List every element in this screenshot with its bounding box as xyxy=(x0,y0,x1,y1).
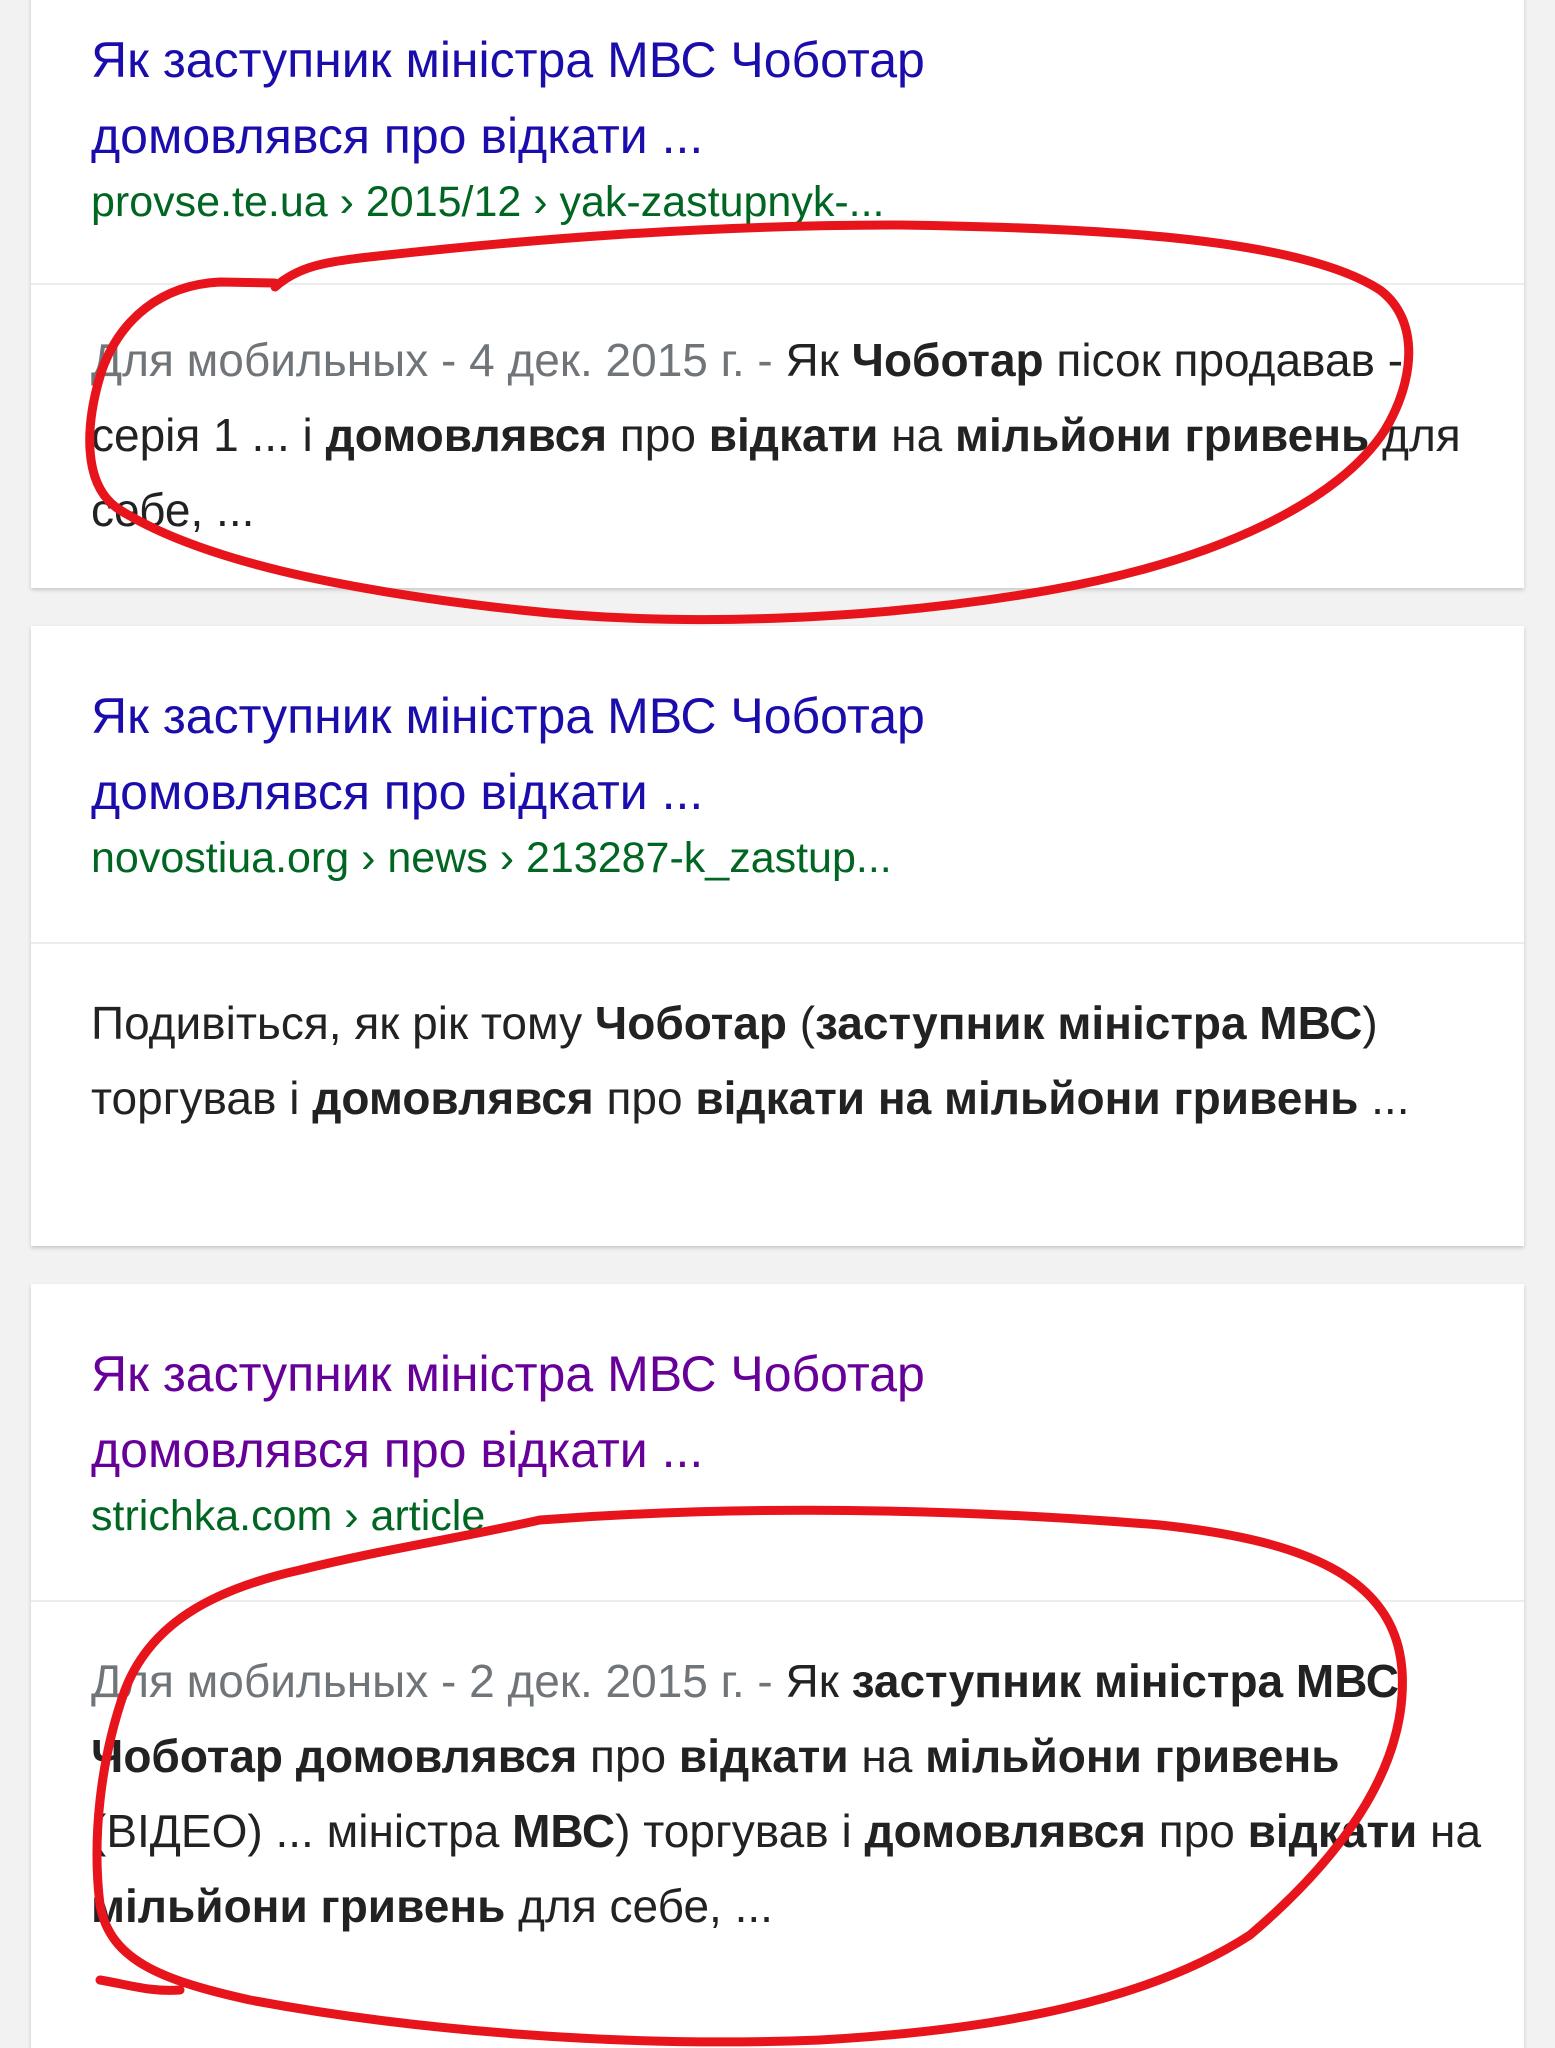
snippet-highlight: домовлявся xyxy=(864,1805,1146,1857)
result-snippet: Для мобильных - 4 дек. 2015 г. - Як Чобо… xyxy=(31,285,1524,548)
result-date: Для мобильных - 4 дек. 2015 г. - xyxy=(91,334,786,386)
snippet-highlight: заступник міністра МВС xyxy=(815,997,1363,1049)
snippet-text: про xyxy=(577,1730,679,1782)
snippet-text: (ВІДЕО) ... міністра xyxy=(91,1805,513,1857)
result-url[interactable]: strichka.com › article xyxy=(31,1488,1524,1544)
snippet-highlight: відкати xyxy=(1247,1805,1418,1857)
result-title-link[interactable]: Як заступник міністра МВС Чоботар домовл… xyxy=(31,22,1524,174)
snippet-text: Подивіться, як рік тому xyxy=(91,997,595,1049)
result-snippet: Для мобильных - 2 дек. 2015 г. - Як заст… xyxy=(31,1602,1524,1944)
snippet-text: для себе, ... xyxy=(505,1880,773,1932)
result-title-line2: домовлявся про відкати ... xyxy=(91,1422,704,1478)
result-title-line1: Як заступник міністра МВС Чоботар xyxy=(91,1346,925,1402)
snippet-text: на xyxy=(1417,1805,1482,1857)
snippet-highlight: домовлявся xyxy=(312,1072,594,1124)
result-title-line2: домовлявся про відкати ... xyxy=(91,764,704,820)
snippet-text: на xyxy=(848,1730,926,1782)
snippet-text: про xyxy=(593,1072,696,1124)
snippet-highlight: Чоботар xyxy=(594,997,787,1049)
result-date: Для мобильных - 2 дек. 2015 г. - xyxy=(91,1655,786,1707)
search-result-card: Як заступник міністра МВС Чоботар домовл… xyxy=(31,0,1524,588)
snippet-text: Як xyxy=(785,334,852,386)
snippet-text: ... xyxy=(1358,1072,1410,1124)
snippet-text: ) торгував і xyxy=(615,1805,865,1857)
result-title-link[interactable]: Як заступник міністра МВС Чоботар домовл… xyxy=(31,678,1524,830)
snippet-text: про xyxy=(607,409,709,461)
result-header: Як заступник міністра МВС Чоботар домовл… xyxy=(31,626,1524,944)
snippet-highlight: відкати xyxy=(708,409,879,461)
snippet-highlight: домовлявся xyxy=(325,409,608,461)
search-results-page: Як заступник міністра МВС Чоботар домовл… xyxy=(0,0,1555,2048)
snippet-highlight: мільйони гривень xyxy=(954,409,1370,461)
snippet-highlight: МВС xyxy=(512,1805,616,1857)
snippet-text: Як xyxy=(785,1655,852,1707)
result-title-link[interactable]: Як заступник міністра МВС Чоботар домовл… xyxy=(31,1336,1524,1488)
snippet-text: про xyxy=(1145,1805,1248,1857)
search-result-card: Як заступник міністра МВС Чоботар домовл… xyxy=(31,626,1524,1246)
result-title-line1: Як заступник міністра МВС Чоботар xyxy=(91,32,925,88)
snippet-highlight: мільйони гривень xyxy=(91,1880,506,1932)
result-header: Як заступник міністра МВС Чоботар домовл… xyxy=(31,1284,1524,1602)
result-header: Як заступник міністра МВС Чоботар домовл… xyxy=(31,0,1524,285)
result-title-line1: Як заступник міністра МВС Чоботар xyxy=(91,688,925,744)
result-snippet: Подивіться, як рік тому Чоботар (заступн… xyxy=(31,944,1524,1136)
snippet-highlight: Чоботар xyxy=(851,334,1044,386)
result-url[interactable]: provse.te.ua › 2015/12 › yak-zastupnyk-.… xyxy=(31,174,1524,230)
snippet-highlight: відкати xyxy=(678,1730,849,1782)
snippet-highlight: мільйони гривень xyxy=(925,1730,1340,1782)
result-title-line2: домовлявся про відкати ... xyxy=(91,108,704,164)
snippet-text: на xyxy=(878,409,955,461)
snippet-text: ( xyxy=(786,997,816,1049)
result-url[interactable]: novostiua.org › news › 213287-k_zastup..… xyxy=(31,830,1524,886)
search-result-card: Як заступник міністра МВС Чоботар домовл… xyxy=(31,1284,1524,2048)
snippet-highlight: відкати на мільйони гривень xyxy=(695,1072,1359,1124)
